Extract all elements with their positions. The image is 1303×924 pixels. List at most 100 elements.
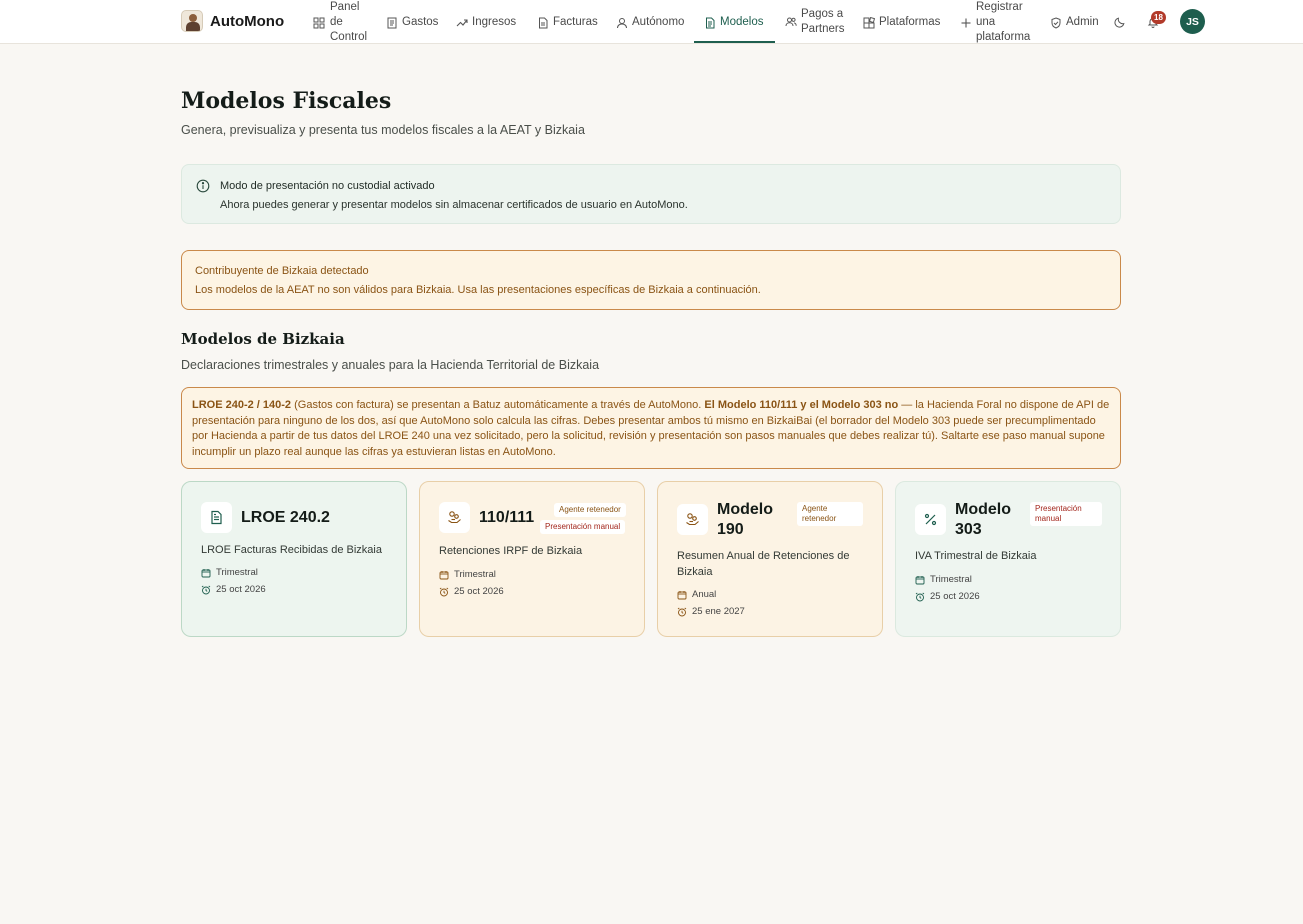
percent-icon bbox=[924, 513, 937, 526]
warning-banner-text: Los modelos de la AEAT no son válidos pa… bbox=[195, 284, 761, 296]
card-title: Modelo 190 bbox=[717, 500, 773, 540]
model-card-303[interactable]: Modelo 303 Presentación manual IVA Trime… bbox=[895, 481, 1121, 637]
moon-icon bbox=[1114, 17, 1125, 28]
nav-label: plataforma bbox=[976, 31, 1031, 43]
nav-label: Registrar bbox=[976, 1, 1023, 13]
nav-registrar-plataforma[interactable]: Registrar una plataforma bbox=[960, 0, 1030, 45]
file-icon bbox=[539, 17, 548, 28]
file-text-icon bbox=[211, 510, 222, 525]
nav-label: Panel bbox=[330, 1, 360, 13]
section-subtitle: Declaraciones trimestrales y anuales par… bbox=[181, 358, 600, 372]
tag-agente-retenedor: Agente retenedor bbox=[554, 503, 626, 517]
manual-filing-notice: LROE 240-2 / 140-2 (Gastos con factura) … bbox=[181, 387, 1121, 469]
alarm-clock-icon bbox=[439, 587, 449, 596]
receipt-icon bbox=[387, 17, 397, 28]
calendar-icon bbox=[915, 575, 925, 584]
nav-modelos[interactable]: Modelos bbox=[704, 15, 763, 30]
card-title: 110/111 bbox=[479, 509, 535, 526]
user-icon bbox=[617, 17, 627, 28]
nav-label: Ingresos bbox=[472, 16, 517, 28]
plus-icon bbox=[961, 18, 971, 27]
card-title-line: Modelo bbox=[955, 501, 1011, 518]
card-period: Trimestral bbox=[201, 567, 258, 578]
brand-logo-link[interactable]: AutoMono bbox=[181, 10, 284, 32]
nav-gastos[interactable]: Gastos bbox=[386, 15, 438, 30]
theme-toggle-button[interactable] bbox=[1113, 15, 1127, 29]
info-icon bbox=[196, 179, 210, 193]
card-period: Anual bbox=[677, 589, 716, 600]
nav-ingresos[interactable]: Ingresos bbox=[456, 15, 516, 30]
model-card-110-111[interactable]: 110/111 Agente retenedor Presentación ma… bbox=[419, 481, 645, 637]
file-text-icon bbox=[706, 17, 715, 28]
card-icon-box bbox=[439, 502, 470, 533]
nav-label: Partners bbox=[801, 23, 845, 35]
page-title: Modelos Fiscales bbox=[181, 88, 392, 114]
deadline-label: 25 oct 2026 bbox=[216, 584, 266, 595]
nav-plataformas[interactable]: Plataformas bbox=[863, 15, 940, 30]
nav-label: Gastos bbox=[402, 16, 439, 28]
card-icon-box bbox=[201, 502, 232, 533]
alarm-clock-icon bbox=[677, 607, 687, 616]
nav-autonomo[interactable]: Autónomo bbox=[616, 15, 684, 30]
nav-label: Autónomo bbox=[632, 16, 685, 28]
period-label: Trimestral bbox=[930, 574, 972, 585]
period-label: Trimestral bbox=[216, 567, 258, 578]
alarm-clock-icon bbox=[201, 585, 211, 594]
card-description: Retenciones IRPF de Bizkaia bbox=[439, 545, 583, 557]
tag-presentacion-manual: Presentación manual bbox=[540, 520, 626, 534]
info-banner-title: Modo de presentación no custodial activa… bbox=[220, 180, 435, 192]
nav-label: Control bbox=[330, 31, 368, 43]
card-title: LROE 240.2 bbox=[241, 509, 330, 526]
calendar-icon bbox=[439, 570, 449, 579]
nav-label: Pagos a bbox=[801, 8, 844, 20]
notification-count-badge: 18 bbox=[1151, 11, 1166, 24]
period-label: Anual bbox=[692, 589, 717, 600]
model-card-190[interactable]: Modelo 190 Agente retenedor Resumen Anua… bbox=[657, 481, 883, 637]
info-banner-text: Ahora puedes generar y presentar modelos… bbox=[220, 199, 688, 211]
period-label: Trimestral bbox=[454, 569, 496, 580]
brand-avatar-icon bbox=[181, 10, 203, 32]
nav-label: Facturas bbox=[553, 16, 598, 28]
card-title-line: 303 bbox=[955, 521, 982, 538]
nav-pagos-partners[interactable]: Pagos a Partners bbox=[785, 7, 844, 37]
shield-check-icon bbox=[1051, 16, 1061, 29]
card-deadline: 25 oct 2026 bbox=[915, 591, 980, 602]
card-title-line: Modelo bbox=[717, 501, 773, 518]
hand-coins-icon bbox=[448, 511, 461, 524]
brand-name: AutoMono bbox=[210, 12, 285, 30]
tag-agente-retenedor: Agente retenedor bbox=[797, 502, 863, 526]
hand-coins-icon bbox=[686, 513, 699, 526]
nav-admin[interactable]: Admin bbox=[1050, 15, 1099, 30]
tag-presentacion-manual: Presentación manual bbox=[1030, 502, 1102, 526]
notice-bold-lroe: LROE 240-2 / 140-2 bbox=[192, 399, 292, 411]
top-nav-bar: AutoMono Panel de Control Gastos Ingreso… bbox=[0, 0, 1303, 44]
deadline-label: 25 ene 2027 bbox=[692, 606, 745, 617]
blocks-icon bbox=[863, 16, 875, 28]
card-description: Resumen Anual de Retenciones de Bizkaia bbox=[677, 550, 850, 578]
card-icon-box bbox=[915, 504, 946, 535]
card-description: LROE Facturas Recibidas de Bizkaia bbox=[201, 544, 382, 556]
section-title: Modelos de Bizkaia bbox=[181, 330, 345, 348]
non-custodial-info-banner: Modo de presentación no custodial activa… bbox=[181, 164, 1121, 224]
trending-up-icon bbox=[456, 18, 468, 26]
dashboard-icon bbox=[313, 17, 325, 28]
nav-facturas[interactable]: Facturas bbox=[537, 15, 598, 30]
card-period: Trimestral bbox=[915, 574, 972, 585]
page-subtitle: Genera, previsualiza y presenta tus mode… bbox=[181, 123, 585, 137]
alarm-clock-icon bbox=[915, 592, 925, 601]
card-period: Trimestral bbox=[439, 569, 496, 580]
warning-banner-title: Contribuyente de Bizkaia detectado bbox=[195, 265, 369, 277]
calendar-icon bbox=[201, 568, 211, 577]
nav-panel-de-control[interactable]: Panel de Control bbox=[313, 0, 367, 45]
model-card-lroe-240-2[interactable]: LROE 240.2 LROE Facturas Recibidas de Bi… bbox=[181, 481, 407, 637]
user-avatar[interactable]: JS bbox=[1180, 9, 1205, 34]
card-description: IVA Trimestral de Bizkaia bbox=[915, 550, 1037, 562]
notice-bold-models: El Modelo 110/111 y el Modelo 303 no bbox=[704, 399, 899, 411]
card-deadline: 25 ene 2027 bbox=[677, 606, 745, 617]
card-title-line: 190 bbox=[717, 521, 744, 538]
nav-label: una bbox=[976, 16, 996, 28]
nav-label: de bbox=[330, 16, 343, 28]
card-icon-box bbox=[677, 504, 708, 535]
nav-label: Modelos bbox=[720, 16, 764, 28]
nav-label: Admin bbox=[1066, 16, 1099, 28]
